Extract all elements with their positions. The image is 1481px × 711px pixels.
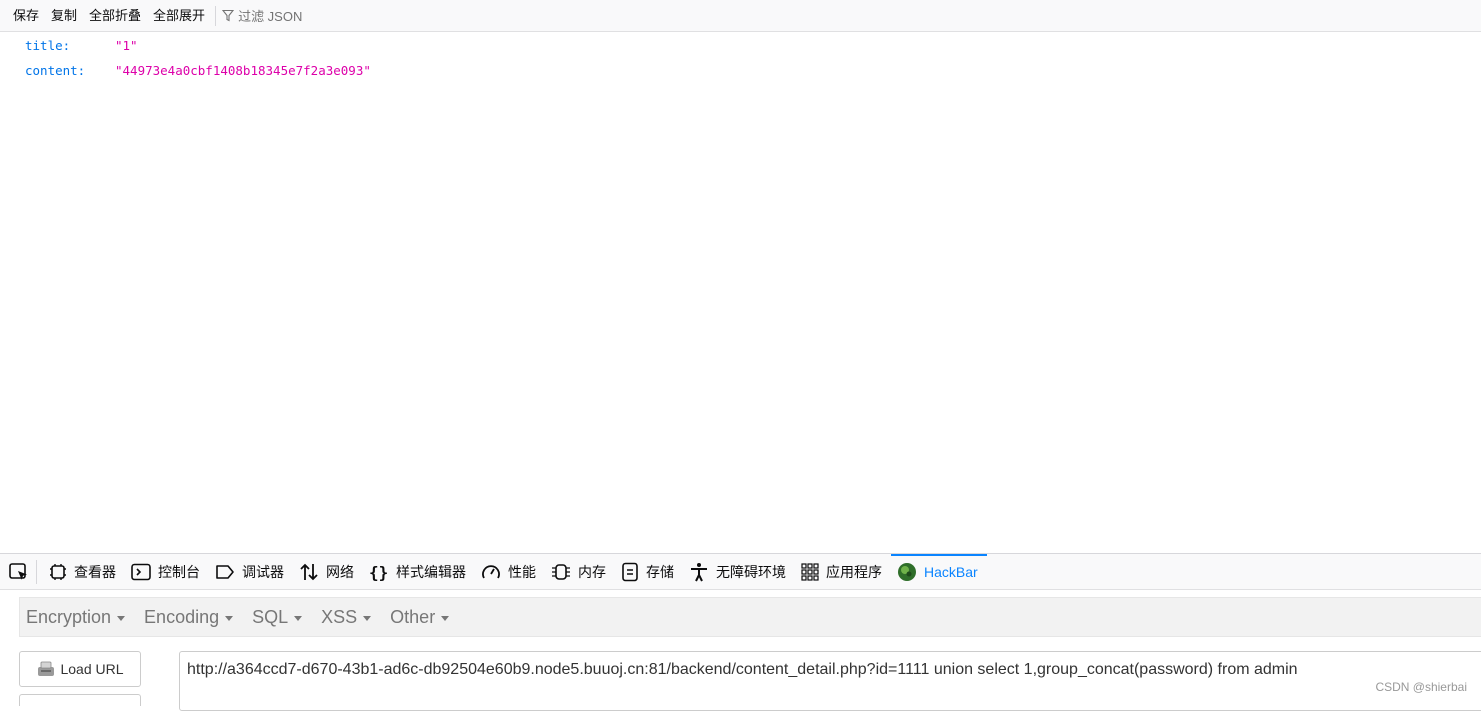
toolbar-divider <box>215 5 217 26</box>
menu-label: XSS <box>321 606 358 627</box>
menu-label: Encryption <box>26 606 112 627</box>
save-button[interactable]: 保存 <box>7 5 45 27</box>
devtools-tab-bar: 查看器 控制台 调试器 网络 {} 样式编辑器 性能 内存 存储 无障碍环境 应… <box>0 553 1481 590</box>
tab-inspector[interactable]: 查看器 <box>43 554 125 590</box>
tab-console[interactable]: 控制台 <box>125 554 209 590</box>
tab-label: 调试器 <box>242 563 284 580</box>
tab-label: 网络 <box>326 563 354 580</box>
accessibility-icon <box>691 562 707 581</box>
filter-icon <box>222 9 235 22</box>
memory-icon <box>552 563 570 580</box>
menu-encoding[interactable]: Encoding <box>137 607 245 628</box>
tab-application[interactable]: 应用程序 <box>795 554 891 590</box>
tab-storage[interactable]: 存储 <box>615 554 683 590</box>
load-url-icon <box>38 661 55 676</box>
menu-encryption[interactable]: Encryption <box>20 607 137 628</box>
devtools-panel: 查看器 控制台 调试器 网络 {} 样式编辑器 性能 内存 存储 无障碍环境 应… <box>0 553 1481 711</box>
hackbar-icon <box>898 562 916 581</box>
svg-text:{}: {} <box>369 563 388 581</box>
json-row[interactable]: title: "1" <box>0 33 1481 58</box>
tab-label: 无障碍环境 <box>716 563 786 580</box>
storage-icon <box>622 562 638 581</box>
tab-debugger[interactable]: 调试器 <box>209 554 293 590</box>
menu-label: Encoding <box>144 606 220 627</box>
network-icon <box>300 563 318 580</box>
chevron-down-icon <box>441 615 450 621</box>
chevron-down-icon <box>294 615 303 621</box>
console-icon <box>131 563 151 580</box>
tab-label: 查看器 <box>74 563 116 580</box>
menu-sql[interactable]: SQL <box>245 607 314 628</box>
menu-label: SQL <box>252 606 289 627</box>
performance-icon <box>482 564 500 578</box>
load-url-label: Load URL <box>60 661 124 677</box>
json-tree: title: "1" content: "44973e4a0cbf1408b18… <box>0 33 1481 83</box>
tab-divider <box>36 559 37 584</box>
tab-network[interactable]: 网络 <box>293 554 363 590</box>
filter-placeholder: 过滤 JSON <box>238 9 303 24</box>
tab-accessibility[interactable]: 无障碍环境 <box>683 554 795 590</box>
chevron-down-icon <box>363 615 372 621</box>
chevron-down-icon <box>225 615 234 621</box>
debugger-icon <box>216 564 234 579</box>
tab-performance[interactable]: 性能 <box>475 554 545 590</box>
tab-memory[interactable]: 内存 <box>545 554 615 590</box>
split-url-button[interactable] <box>19 694 141 706</box>
json-key: content: <box>25 63 86 78</box>
json-viewer-toolbar: 保存 复制 全部折叠 全部展开 过滤 JSON <box>0 0 1481 32</box>
collapse-all-button[interactable]: 全部折叠 <box>83 5 147 27</box>
tab-label: 存储 <box>646 563 674 580</box>
json-value: "1" <box>115 38 138 53</box>
watermark: CSDN @shierbai <box>1375 680 1467 694</box>
tab-label: 控制台 <box>158 563 200 580</box>
url-textarea[interactable]: http://a364ccd7-d670-43b1-ad6c-db92504e6… <box>179 651 1481 711</box>
tab-label: 样式编辑器 <box>396 563 466 580</box>
element-picker-icon[interactable] <box>6 559 32 585</box>
tab-style-editor[interactable]: {} 样式编辑器 <box>363 554 475 590</box>
chevron-down-icon <box>117 615 126 621</box>
menu-label: Other <box>390 606 436 627</box>
load-url-button[interactable]: Load URL <box>19 651 141 687</box>
menu-other[interactable]: Other <box>383 607 461 628</box>
filter-json-input[interactable]: 过滤 JSON <box>222 6 302 25</box>
json-row[interactable]: content: "44973e4a0cbf1408b18345e7f2a3e0… <box>0 58 1481 83</box>
inspector-icon <box>50 563 66 580</box>
style-editor-icon: {} <box>369 563 388 581</box>
hackbar-menu-bar: Encryption Encoding SQL XSS Other <box>19 597 1481 637</box>
json-key: title: <box>25 38 71 53</box>
expand-all-button[interactable]: 全部展开 <box>147 5 211 27</box>
application-icon <box>801 562 819 581</box>
json-value: "44973e4a0cbf1408b18345e7f2a3e093" <box>115 63 371 78</box>
tab-hackbar[interactable]: HackBar <box>891 553 987 590</box>
tab-label: 性能 <box>508 563 536 580</box>
menu-xss[interactable]: XSS <box>314 607 383 628</box>
tab-label: HackBar <box>924 563 978 580</box>
tab-label: 内存 <box>578 563 606 580</box>
tab-label: 应用程序 <box>826 563 882 580</box>
copy-button[interactable]: 复制 <box>45 5 83 27</box>
